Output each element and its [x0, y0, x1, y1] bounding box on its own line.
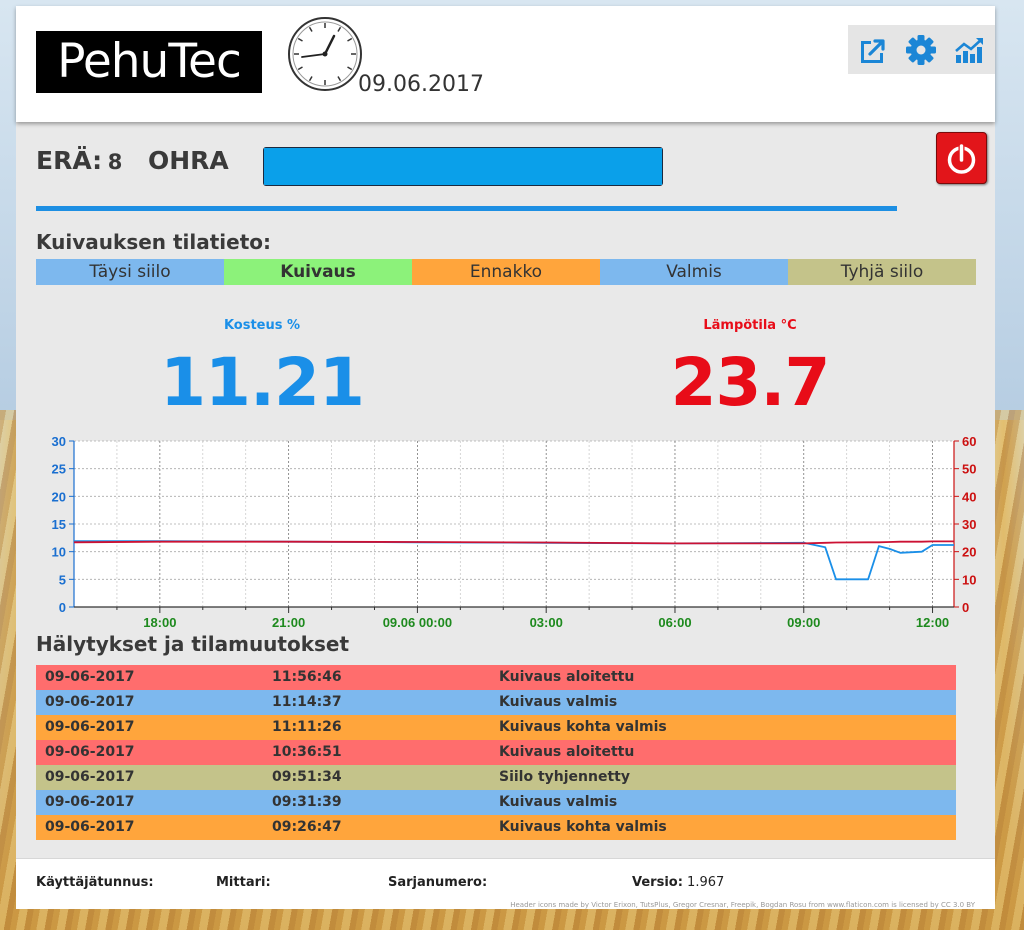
header: PehuTec 09.06.2017	[16, 6, 995, 122]
alarm-row: 09-06-2017 11:14:37 Kuivaus valmis	[36, 690, 956, 715]
alarm-message: Kuivaus valmis	[499, 794, 618, 810]
alarm-row: 09-06-2017 11:11:26 Kuivaus kohta valmis	[36, 715, 956, 740]
y-right-tick-label: 50	[962, 462, 976, 477]
meter-label: Mittari:	[216, 875, 271, 890]
y-right-tick-label: 40	[962, 489, 976, 504]
user-label: Käyttäjätunnus:	[36, 875, 154, 890]
alarm-message: Kuivaus aloitettu	[499, 669, 635, 685]
current-date: 09.06.2017	[358, 72, 484, 97]
batch-info: ERÄ: 8	[36, 146, 122, 175]
alarm-message: Kuivaus kohta valmis	[499, 819, 667, 835]
state-full-silo: Täysi siilo	[36, 259, 224, 285]
state-drying: Kuivaus	[224, 259, 412, 285]
alarm-message: Kuivaus kohta valmis	[499, 719, 667, 735]
moisture-label: Kosteus %	[223, 318, 301, 333]
x-tick-label: 06:00	[658, 615, 691, 630]
y-right-tick-label: 30	[962, 517, 976, 532]
alarm-time: 11:14:37	[272, 694, 342, 710]
temperature-label: Lämpötila °C	[703, 318, 797, 333]
x-tick-label: 18:00	[143, 615, 176, 630]
alarm-message: Siilo tyhjennetty	[499, 769, 630, 785]
alarm-row: 09-06-2017 09:51:34 Siilo tyhjennetty	[36, 765, 956, 790]
batch-progress-fill	[264, 148, 662, 185]
y-left-tick-label: 25	[52, 462, 66, 477]
alarm-row: 09-06-2017 10:36:51 Kuivaus aloitettu	[36, 740, 956, 765]
temperature-value: 23.7	[670, 344, 831, 421]
batch-label: ERÄ:	[36, 146, 103, 175]
serial-label: Sarjanumero:	[388, 875, 488, 890]
icon-credit: Header icons made by Victor Erixon, Tuts…	[510, 901, 975, 909]
trend-chart: 0 5 10 15 20 25 30 0 10 20 30 40 50 60 18:00 21:00 09.06…	[52, 434, 977, 630]
chart-trend-icon[interactable]	[952, 33, 986, 67]
moisture-value: 11.21	[160, 344, 365, 421]
divider-line	[36, 206, 897, 211]
alarm-time: 09:51:34	[272, 769, 342, 785]
version-value: 1.967	[687, 875, 725, 890]
y-right-tick-label: 0	[962, 600, 969, 615]
alarm-time: 10:36:51	[272, 744, 342, 760]
y-right-tick-label: 60	[962, 434, 976, 449]
y-left-tick-label: 5	[59, 572, 66, 587]
state-ready: Valmis	[600, 259, 788, 285]
y-left-tick-label: 15	[52, 517, 66, 532]
batch-number: 8	[107, 150, 123, 174]
y-right-tick-label: 10	[962, 572, 976, 587]
state-empty-silo: Tyhjä siilo	[788, 259, 976, 285]
grain-type: OHRA	[148, 146, 229, 175]
status-title: Kuivauksen tilatieto:	[36, 230, 272, 254]
toolbar	[848, 25, 995, 74]
alarm-date: 09-06-2017	[45, 769, 135, 785]
gear-icon[interactable]	[904, 33, 938, 67]
export-icon[interactable]	[856, 33, 890, 67]
alarm-date: 09-06-2017	[45, 694, 135, 710]
alarm-date: 09-06-2017	[45, 794, 135, 810]
main-panel: PehuTec 09.06.2017 ERÄ: 8 OHRA Kuivaukse…	[16, 6, 995, 909]
y-left-tick-label: 0	[59, 600, 66, 615]
alarm-list: 09-06-2017 11:56:46 Kuivaus aloitettu 09-06…	[36, 665, 956, 840]
version-label: Versio:	[632, 875, 683, 890]
clock-icon	[288, 17, 362, 91]
alarm-message: Kuivaus aloitettu	[499, 744, 635, 760]
alarm-date: 09-06-2017	[45, 744, 135, 760]
alarm-row: 09-06-2017 09:31:39 Kuivaus valmis	[36, 790, 956, 815]
alarm-time: 11:56:46	[272, 669, 342, 685]
alarm-row: 09-06-2017 09:26:47 Kuivaus kohta valmis	[36, 815, 956, 840]
state-pre-ready: Ennakko	[412, 259, 600, 285]
alarm-time: 11:11:26	[272, 719, 342, 735]
x-tick-label: 21:00	[272, 615, 305, 630]
logo: PehuTec	[36, 31, 262, 93]
alarm-message: Kuivaus valmis	[499, 694, 618, 710]
y-right-tick-label: 20	[962, 545, 976, 560]
y-left-tick-label: 20	[52, 489, 66, 504]
alarm-time: 09:26:47	[272, 819, 342, 835]
y-left-tick-label: 30	[52, 434, 66, 449]
batch-progress-bar	[263, 147, 663, 186]
alarms-title: Hälytykset ja tilamuutokset	[36, 632, 350, 656]
footer: Käyttäjätunnus: Mittari: Sarjanumero: Ve…	[16, 858, 995, 909]
x-tick-label: 03:00	[530, 615, 563, 630]
alarm-row: 09-06-2017 11:56:46 Kuivaus aloitettu	[36, 665, 956, 690]
alarm-date: 09-06-2017	[45, 719, 135, 735]
status-states: Täysi siilo Kuivaus Ennakko Valmis Tyhjä…	[36, 259, 976, 285]
power-button[interactable]	[936, 132, 987, 184]
alarm-date: 09-06-2017	[45, 819, 135, 835]
x-tick-label: 09.06 00:00	[383, 615, 452, 630]
x-tick-label: 09:00	[787, 615, 820, 630]
x-tick-label: 12:00	[916, 615, 949, 630]
alarm-time: 09:31:39	[272, 794, 342, 810]
y-left-tick-label: 10	[52, 545, 66, 560]
alarm-date: 09-06-2017	[45, 669, 135, 685]
